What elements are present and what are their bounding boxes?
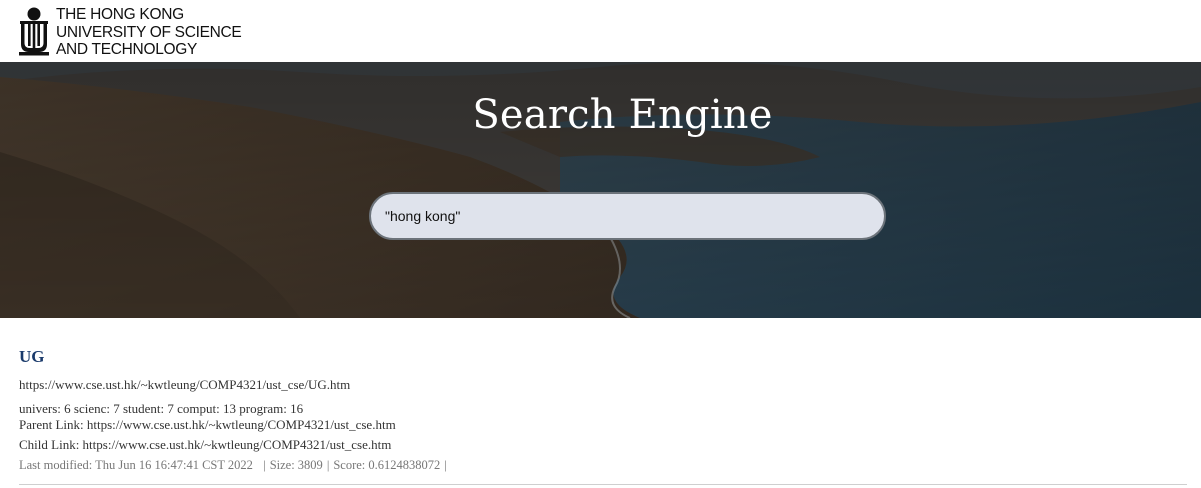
result-parent-link[interactable]: Parent Link: https://www.cse.ust.hk/~kwt… <box>19 417 396 433</box>
result-score: Score: 0.6124838072 <box>333 458 441 472</box>
meta-separator: | <box>256 458 266 472</box>
hkust-logo[interactable]: THE HONG KONG UNIVERSITY OF SCIENCE AND … <box>17 6 242 59</box>
site-header: THE HONG KONG UNIVERSITY OF SCIENCE AND … <box>0 0 1201 62</box>
hero-banner: Search Engine <box>0 62 1201 318</box>
result-size: Size: 3809 <box>269 458 323 472</box>
meta-separator: | <box>326 458 330 472</box>
result-meta: Last modified: Thu Jun 16 16:47:41 CST 2… <box>19 458 451 473</box>
result-divider <box>19 484 1187 485</box>
logo-line: AND TECHNOLOGY <box>56 41 198 58</box>
result-keywords: univers: 6 scienc: 7 student: 7 comput: … <box>19 401 304 416</box>
search-input[interactable] <box>369 192 886 240</box>
logo-text: THE HONG KONG UNIVERSITY OF SCIENCE AND … <box>56 6 242 59</box>
result-child-link[interactable]: Child Link: https://www.cse.ust.hk/~kwtl… <box>19 437 391 453</box>
page-title: Search Engine <box>472 92 773 138</box>
logo-line: THE HONG KONG <box>56 6 184 23</box>
hkust-emblem-icon <box>19 7 49 56</box>
logo-line: UNIVERSITY OF SCIENCE <box>56 23 242 41</box>
meta-separator: | <box>444 458 447 472</box>
result-title-link[interactable]: UG <box>19 347 45 367</box>
result-last-modified: Last modified: Thu Jun 16 16:47:41 CST 2… <box>19 458 253 472</box>
result-url[interactable]: https://www.cse.ust.hk/~kwtleung/COMP432… <box>19 377 350 393</box>
